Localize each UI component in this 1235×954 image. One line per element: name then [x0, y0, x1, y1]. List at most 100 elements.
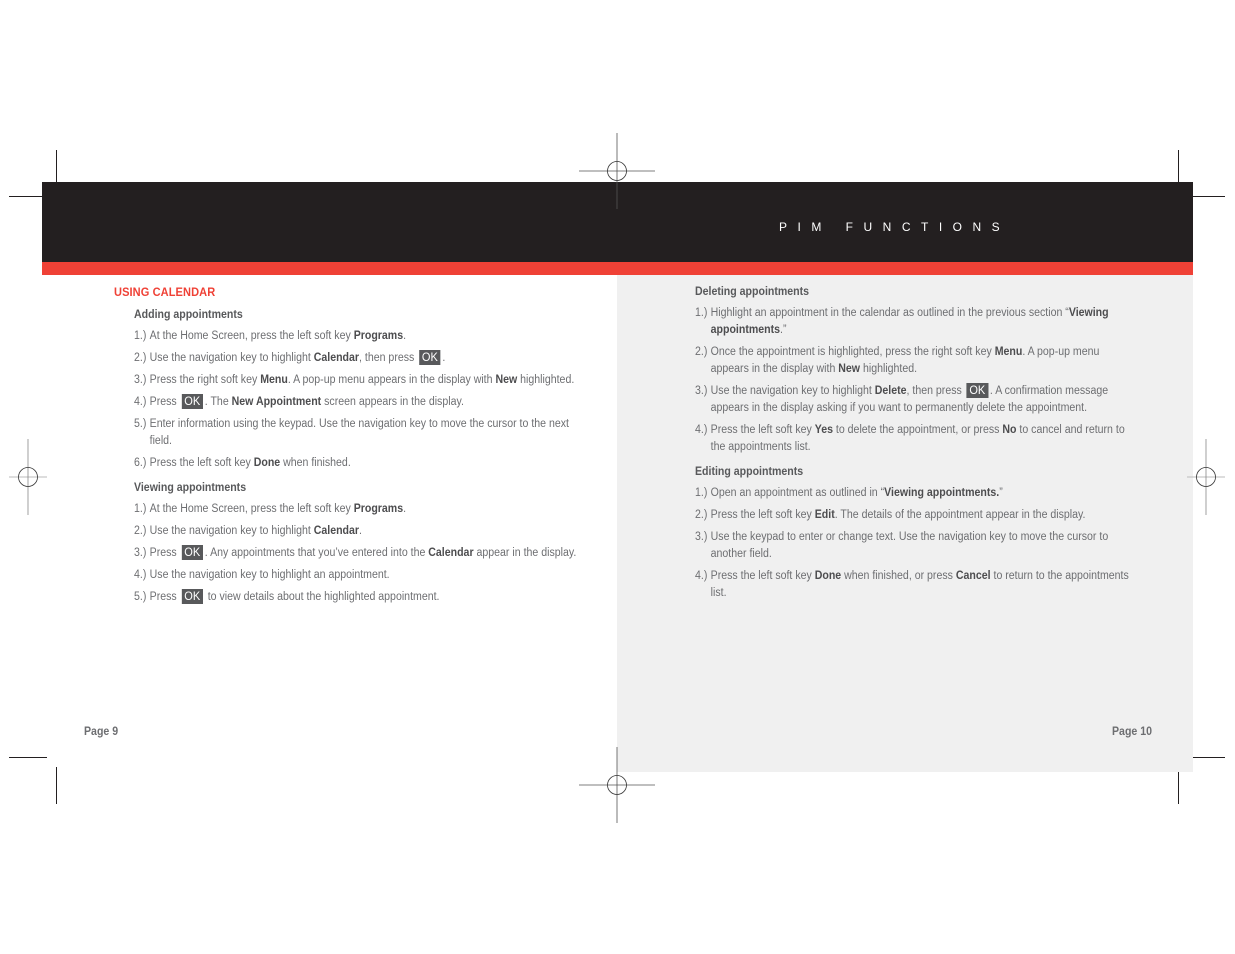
step-text: At the Home Screen, press the left soft …: [149, 330, 354, 342]
step-item: 2.) Once the appointment is highlighted, …: [695, 344, 1138, 378]
bold-term: Cancel: [955, 570, 991, 582]
step-item: 3.) Use the keypad to enter or change tex…: [695, 529, 1138, 563]
step-item: 1.) Highlight an appointment in the calen…: [695, 305, 1138, 339]
step-item: 1.) Open an appointment as outlined in “V…: [695, 485, 1138, 502]
step-text: Press the right soft key: [149, 374, 261, 386]
section-title: PIM FUNCTIONS: [779, 220, 1011, 234]
step-number: 1.): [134, 330, 147, 342]
step-text: ”: [999, 487, 1003, 499]
step-text: Press: [149, 591, 180, 603]
step-number: 4.): [134, 569, 147, 581]
step-number: 4.): [695, 424, 708, 436]
step-number: 3.): [695, 531, 708, 543]
step-number: 2.): [695, 346, 708, 358]
step-text: . Any appointments that you’ve entered i…: [204, 547, 429, 559]
step-text: Use the navigation key to highlight: [149, 525, 314, 537]
bold-term: Programs: [353, 503, 404, 515]
right-page-content: Deleting appointments 1.) Highlight an ap…: [695, 284, 1129, 610]
step-item: 2.) Press the left soft key Edit. The det…: [695, 507, 1138, 524]
crop-mark: [9, 757, 47, 758]
step-list: 1.) Highlight an appointment in the calen…: [695, 305, 1125, 456]
registration-mark-icon: [1187, 439, 1225, 515]
step-item: 1.) At the Home Screen, press the left so…: [134, 501, 577, 518]
bold-term: Calendar: [313, 525, 360, 537]
bold-term: Calendar: [313, 352, 360, 364]
step-text: screen appears in the display.: [321, 396, 464, 408]
section-deleting-appointments: Deleting appointments 1.) Highlight an ap…: [695, 284, 1125, 456]
crop-mark: [56, 150, 57, 186]
step-number: 3.): [134, 374, 147, 386]
ok-key-icon: OK: [419, 350, 441, 365]
step-text: , then press: [359, 352, 418, 364]
section-title: Editing appointments: [695, 466, 804, 478]
step-text: when finished, or press: [841, 570, 956, 582]
step-number: 2.): [695, 509, 708, 521]
page-number-left: Page 9: [84, 726, 119, 738]
step-text: , then press: [906, 385, 965, 397]
section-adding-appointments: Adding appointments 1.) At the Home Scree…: [114, 307, 574, 472]
bold-term: Menu: [260, 374, 288, 386]
step-list: 1.) Open an appointment as outlined in “V…: [695, 485, 1129, 602]
section-title: Deleting appointments: [695, 286, 810, 298]
step-number: 3.): [134, 547, 147, 559]
page-heading: USING CALENDAR: [114, 285, 216, 299]
bold-term: Menu: [994, 346, 1023, 358]
step-text: Use the keypad to enter or change text. …: [710, 531, 1109, 560]
step-text: At the Home Screen, press the left soft …: [149, 503, 354, 515]
step-text: . The details of the appointment appear …: [834, 509, 1086, 521]
step-item: 4.) Press OK. The New Appointment screen …: [134, 394, 577, 411]
step-text: . A pop-up menu appears in the display w…: [287, 374, 496, 386]
step-text: to delete the appointment, or press: [832, 424, 1003, 436]
bold-term: New: [495, 374, 518, 386]
bold-term: Done: [253, 457, 281, 469]
bold-term: Calendar: [428, 547, 474, 559]
step-text: .: [359, 525, 362, 537]
bold-term: Programs: [353, 330, 404, 342]
step-number: 2.): [134, 352, 147, 364]
accent-bar: [42, 262, 1193, 275]
step-number: 5.): [134, 418, 147, 430]
step-item: 4.) Press the left soft key Done when fin…: [695, 568, 1138, 602]
step-list: 1.) At the Home Screen, press the left so…: [134, 328, 574, 472]
section-title: Adding appointments: [134, 309, 243, 321]
step-text: Press: [149, 396, 180, 408]
section-viewing-appointments: Viewing appointments 1.) At the Home Scre…: [114, 480, 576, 606]
bold-term: No: [1002, 424, 1017, 436]
step-text: Once the appointment is highlighted, pre…: [710, 346, 995, 358]
section-title: Viewing appointments: [134, 482, 247, 494]
step-number: 1.): [695, 307, 708, 319]
step-list: 1.) At the Home Screen, press the left so…: [134, 501, 576, 606]
ok-key-icon: OK: [181, 589, 203, 604]
step-number: 5.): [134, 591, 147, 603]
step-text: to view details about the highlighted ap…: [204, 591, 440, 603]
bold-term: New: [838, 363, 861, 375]
step-number: 1.): [134, 503, 147, 515]
step-item: 4.) Use the navigation key to highlight a…: [134, 567, 577, 584]
step-text: Highlight an appointment in the calendar…: [710, 307, 1069, 319]
step-text: Press the left soft key: [149, 457, 254, 469]
ok-key-icon: OK: [181, 394, 203, 409]
step-text: appear in the display.: [473, 547, 577, 559]
registration-mark-icon: [9, 439, 47, 515]
bold-term: New Appointment: [231, 396, 322, 408]
step-number: 4.): [134, 396, 147, 408]
step-text: highlighted.: [860, 363, 918, 375]
step-number: 6.): [134, 457, 147, 469]
step-item: 3.) Use the navigation key to highlight D…: [695, 383, 1138, 417]
step-item: 6.) Press the left soft key Done when fin…: [134, 455, 577, 472]
step-item: 4.) Press the left soft key Yes to delete…: [695, 422, 1138, 456]
step-text: Enter information using the keypad. Use …: [149, 418, 569, 447]
step-text: Press the left soft key: [710, 509, 815, 521]
step-text: .: [403, 503, 407, 515]
step-text: .: [442, 352, 446, 364]
ok-key-icon: OK: [966, 383, 989, 398]
bold-term: Edit: [814, 509, 835, 521]
step-text: when finished.: [280, 457, 351, 469]
bold-term: Done: [814, 570, 842, 582]
step-text: Open an appointment as outlined in “: [710, 487, 885, 499]
crop-mark: [56, 767, 57, 804]
step-number: 2.): [134, 525, 147, 537]
step-item: 2.) Use the navigation key to highlight C…: [134, 350, 577, 367]
step-text: .: [403, 330, 407, 342]
step-item: 3.) Press OK. Any appointments that you’v…: [134, 545, 577, 562]
